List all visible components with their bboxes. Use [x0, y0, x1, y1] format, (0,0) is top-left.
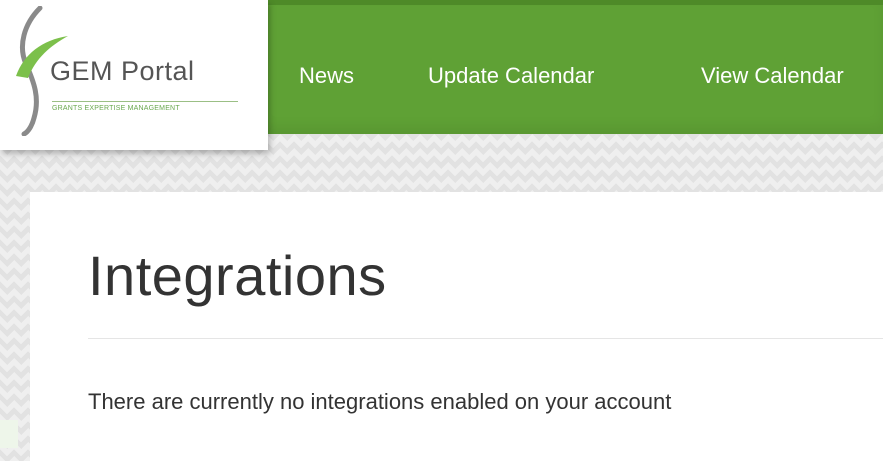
nav-item-update-calendar[interactable]: Update Calendar: [428, 63, 594, 89]
top-navbar: News Update Calendar View Calendar: [262, 0, 883, 134]
content-panel: [30, 192, 883, 461]
empty-state-message: There are currently no integrations enab…: [88, 389, 672, 414]
title-divider: [88, 338, 883, 339]
page-title: Integrations: [88, 244, 387, 307]
logo-subtitle: GRANTS EXPERTISE MANAGEMENT: [52, 105, 180, 112]
logo-divider: [52, 101, 238, 102]
logo-title: GEM Portal: [50, 56, 195, 86]
zigzag-pattern-left: [0, 134, 30, 461]
nav-item-view-calendar[interactable]: View Calendar: [701, 63, 844, 89]
logo[interactable]: GEM Portal GRANTS EXPERTISE MANAGEMENT: [0, 0, 268, 150]
side-tab: [0, 420, 18, 448]
nav-item-news[interactable]: News: [299, 63, 354, 89]
